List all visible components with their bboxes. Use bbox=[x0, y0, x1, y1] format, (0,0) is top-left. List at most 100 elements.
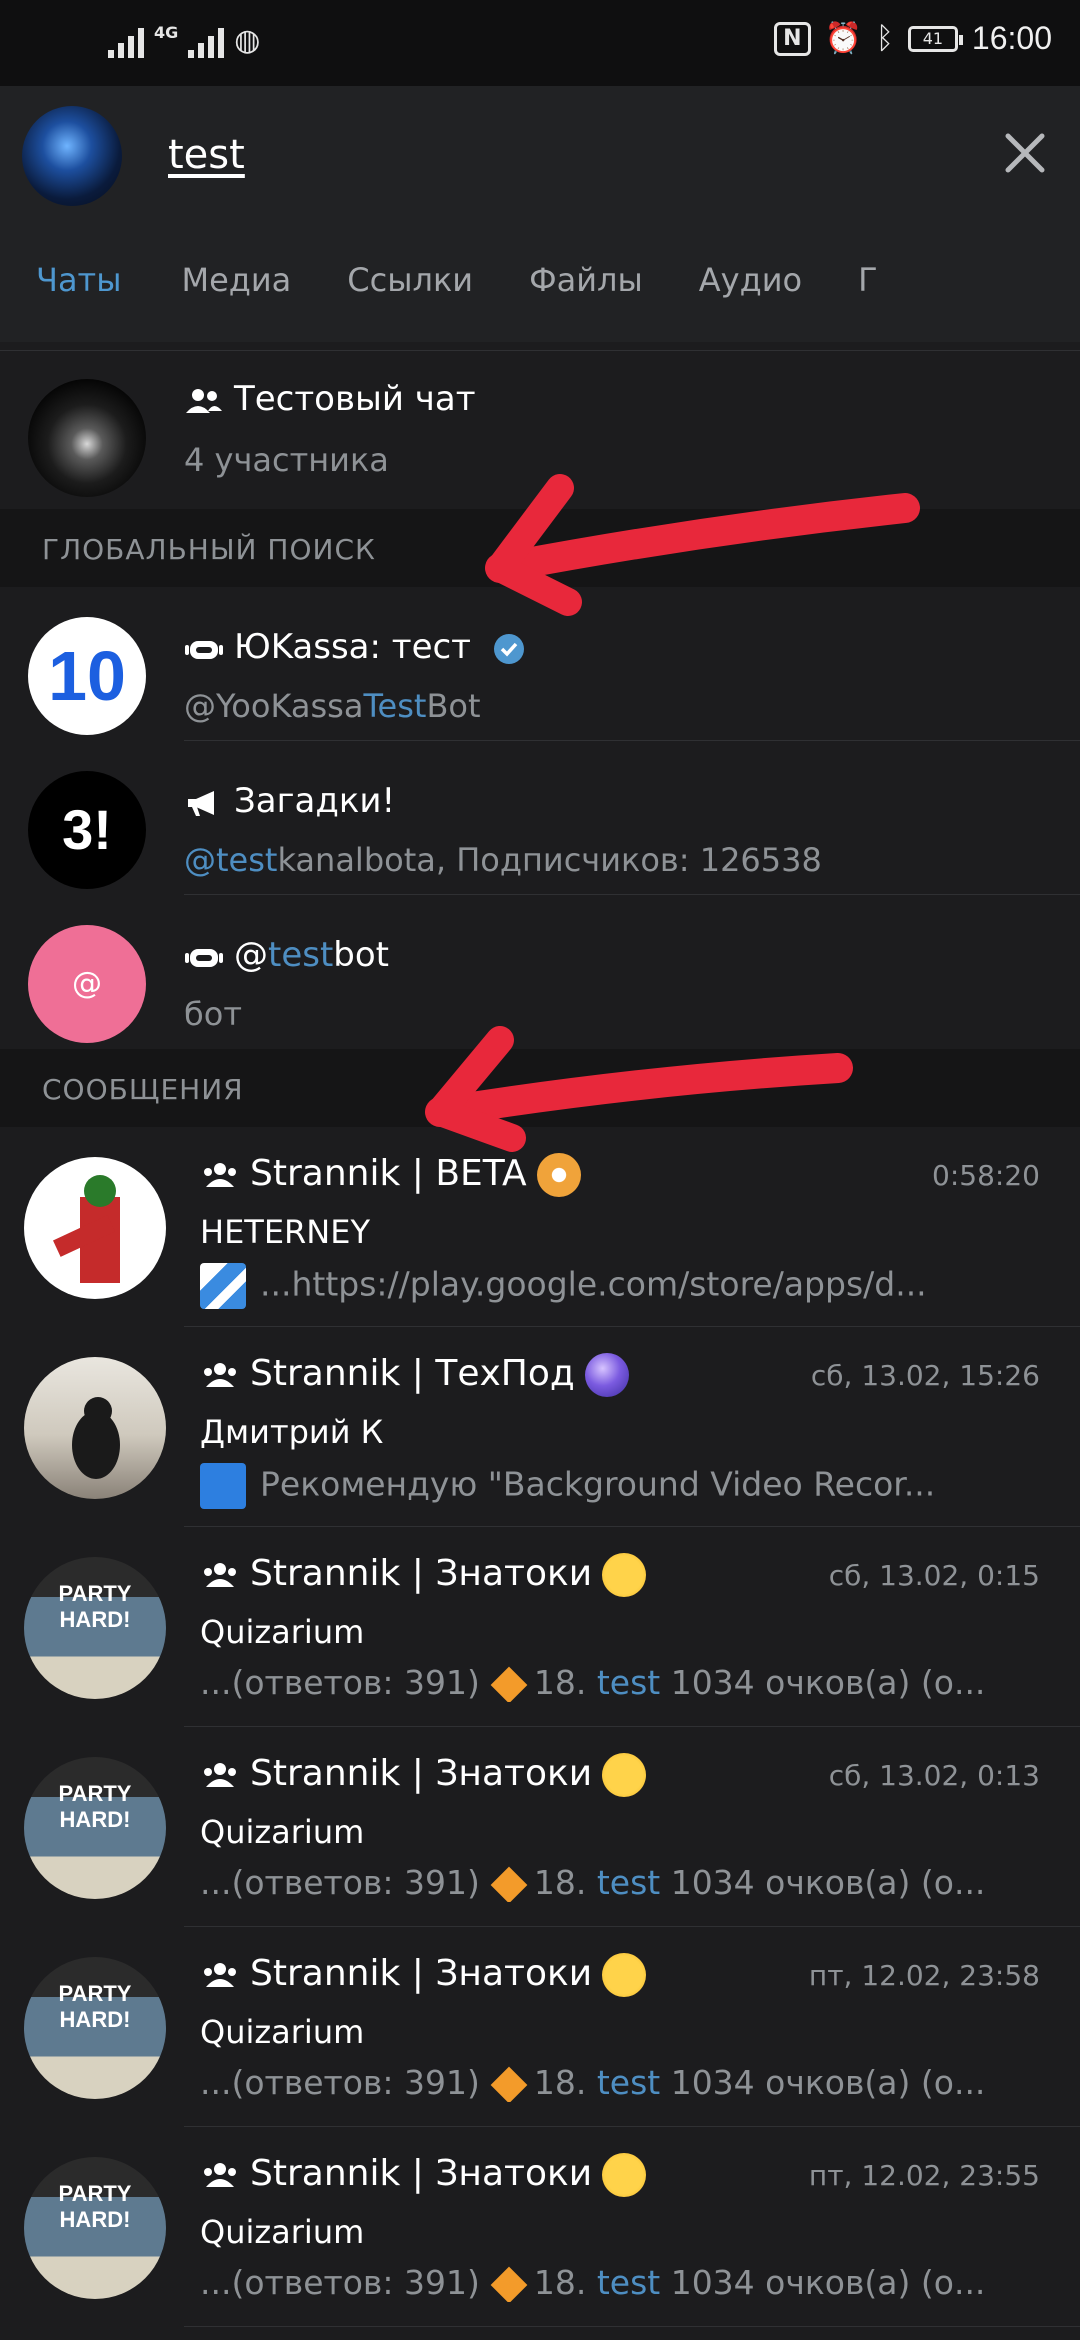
tab-media[interactable]: Медиа bbox=[153, 250, 319, 342]
message-row[interactable]: PARTY HARD! Strannik | Знатоки сб, 13.02… bbox=[0, 1727, 1080, 1927]
nerd-face-emoji-icon bbox=[602, 1953, 647, 1997]
username-rest: kanalbota, Подписчиков: 126538 bbox=[277, 841, 822, 879]
battery-icon: 41 bbox=[907, 25, 963, 52]
chat-name: Strannik | BETA bbox=[250, 1153, 527, 1194]
tab-audio[interactable]: Аудио bbox=[671, 250, 830, 342]
signal-icon-2 bbox=[188, 24, 225, 58]
global-result-yookassa[interactable]: 10 ЮKassa: тест @YooKassaTestBot bbox=[0, 587, 1080, 741]
preview-part: 18. bbox=[533, 2263, 597, 2302]
orange-diamond-icon bbox=[490, 1666, 528, 1702]
message-time: сб, 13.02, 15:26 bbox=[810, 1359, 1040, 1392]
status-bar: 4G ◍ N ⏰ ᛒ 41 16:00 bbox=[0, 0, 1080, 86]
result-title: Загадки! bbox=[234, 781, 396, 821]
title-highlight: test bbox=[268, 935, 334, 975]
avatar: PARTY HARD! bbox=[24, 1557, 166, 1699]
tab-bar: Чаты Медиа Ссылки Файлы Аудио Г bbox=[0, 250, 1080, 342]
message-row[interactable]: PARTY HARD! Strannik | Знатоки пт, 12.02… bbox=[0, 1927, 1080, 2127]
avatar-party-label: PARTY HARD! bbox=[58, 2181, 132, 2232]
global-result-zagadki[interactable]: 3! Загадки! @testkanalbota, Подписчиков:… bbox=[0, 741, 1080, 895]
chat-name: Strannik | Знатоки bbox=[250, 1953, 593, 1994]
search-input[interactable]: test bbox=[168, 132, 245, 178]
tab-more[interactable]: Г bbox=[830, 250, 906, 342]
preview-highlight: test bbox=[596, 1663, 661, 1702]
chat-name: Strannik | Знатоки bbox=[250, 1553, 593, 1594]
result-subtitle: бот bbox=[184, 995, 242, 1033]
preview-part: ...(ответов: 391) bbox=[200, 1863, 480, 1902]
link-thumbnail-icon bbox=[200, 1263, 246, 1309]
message-row[interactable]: Strannik | ТехПод сб, 13.02, 15:26 Дмитр… bbox=[0, 1327, 1080, 1527]
close-icon bbox=[1005, 133, 1045, 173]
message-time: пт, 12.02, 23:58 bbox=[808, 1959, 1040, 1992]
group-icon bbox=[204, 1963, 236, 1987]
group-icon bbox=[204, 2163, 236, 2187]
section-header-global: ГЛОБАЛЬНЫЙ ПОИСК bbox=[0, 509, 1080, 587]
message-sender: HETERNEY bbox=[200, 1213, 370, 1251]
message-preview: Рекомендую "Background Video Recor... bbox=[260, 1464, 936, 1504]
group-icon bbox=[204, 1763, 236, 1787]
message-time: сб, 13.02, 0:15 bbox=[828, 1559, 1040, 1592]
message-row[interactable]: Strannik | BETA 0:58:20 HETERNEY ...http… bbox=[0, 1127, 1080, 1327]
chat-subtitle: 4 участника bbox=[184, 441, 389, 479]
orange-diamond-icon bbox=[490, 2066, 528, 2102]
notification-icon: ◍ bbox=[234, 23, 261, 58]
preview-part: 1034 очков(а) (о... bbox=[660, 1863, 986, 1902]
tab-links[interactable]: Ссылки bbox=[319, 250, 501, 342]
avatar: @ bbox=[28, 925, 146, 1043]
network-type-label: 4G bbox=[154, 23, 179, 42]
preview-part: 1034 очков(а) (о... bbox=[660, 2263, 986, 2302]
chat-result-test-chat[interactable]: Тестовый чат 4 участника bbox=[0, 351, 1080, 509]
group-icon bbox=[204, 1563, 236, 1587]
section-header-messages: СООБЩЕНИЯ bbox=[0, 1049, 1080, 1127]
result-title: ЮKassa: тест bbox=[234, 627, 471, 667]
message-time: 0:58:20 bbox=[932, 1159, 1040, 1192]
tab-chats[interactable]: Чаты bbox=[0, 250, 153, 342]
preview-part: 1034 очков(а) (о... bbox=[660, 2063, 986, 2102]
title-part: @ bbox=[234, 935, 268, 975]
avatar: 3! bbox=[28, 771, 146, 889]
search-results: Тестовый чат 4 участника ГЛОБАЛЬНЫЙ ПОИС… bbox=[0, 342, 1080, 2327]
close-search-button[interactable] bbox=[998, 126, 1052, 180]
avatar-party-label: PARTY HARD! bbox=[58, 1581, 132, 1632]
group-icon bbox=[204, 1363, 236, 1387]
preview-highlight: test bbox=[596, 1863, 661, 1902]
chat-title: Тестовый чат bbox=[234, 379, 476, 419]
preview-part: 1034 очков(а) (о... bbox=[660, 1663, 986, 1702]
preview-part: ...(ответов: 391) bbox=[200, 1663, 480, 1702]
message-sender: Quizarium bbox=[200, 2213, 365, 2251]
message-time: пт, 12.02, 23:55 bbox=[808, 2159, 1040, 2192]
search-header: test Чаты Медиа Ссылки Файлы Аудио Г bbox=[0, 86, 1080, 342]
message-sender: Quizarium bbox=[200, 1613, 365, 1651]
username-part: Bot bbox=[426, 687, 481, 725]
message-sender: Quizarium bbox=[200, 2013, 365, 2051]
orange-diamond-icon bbox=[490, 1866, 528, 1902]
global-result-testbot[interactable]: @ @testbot бот bbox=[0, 895, 1080, 1049]
group-icon bbox=[186, 388, 222, 413]
megaphone-icon bbox=[188, 790, 214, 816]
username-highlight: @test bbox=[184, 841, 278, 879]
message-row[interactable]: PARTY HARD! Strannik | Знатоки пт, 12.02… bbox=[0, 2127, 1080, 2327]
nfc-icon: N bbox=[774, 21, 811, 56]
message-sender: Дмитрий К bbox=[200, 1413, 384, 1451]
profile-avatar[interactable] bbox=[22, 106, 122, 206]
preview-highlight: test bbox=[596, 2263, 661, 2302]
tab-files[interactable]: Файлы bbox=[501, 250, 671, 342]
chat-name: Strannik | Знатоки bbox=[250, 2153, 593, 2194]
avatar: PARTY HARD! bbox=[24, 2157, 166, 2299]
nerd-face-emoji-icon bbox=[602, 1553, 647, 1597]
avatar: 10 bbox=[28, 617, 146, 735]
preview-part: ...(ответов: 391) bbox=[200, 2063, 480, 2102]
title-part: bot bbox=[333, 935, 390, 975]
avatar-party-label: PARTY HARD! bbox=[58, 1781, 132, 1832]
bot-icon bbox=[185, 948, 223, 967]
verified-icon bbox=[493, 633, 524, 664]
video-thumbnail-icon bbox=[200, 1463, 246, 1509]
avatar-image bbox=[72, 1397, 120, 1479]
avatar-party-label: PARTY HARD! bbox=[58, 1981, 132, 2032]
chat-name: Strannik | ТехПод bbox=[250, 1353, 575, 1394]
section-title: СООБЩЕНИЯ bbox=[42, 1073, 244, 1106]
nerd-face-emoji-icon bbox=[602, 1753, 647, 1797]
avatar bbox=[24, 1157, 166, 1299]
message-row[interactable]: PARTY HARD! Strannik | Знатоки сб, 13.02… bbox=[0, 1527, 1080, 1727]
preview-part: 18. bbox=[533, 1863, 597, 1902]
flower-emoji-icon bbox=[536, 1153, 581, 1197]
